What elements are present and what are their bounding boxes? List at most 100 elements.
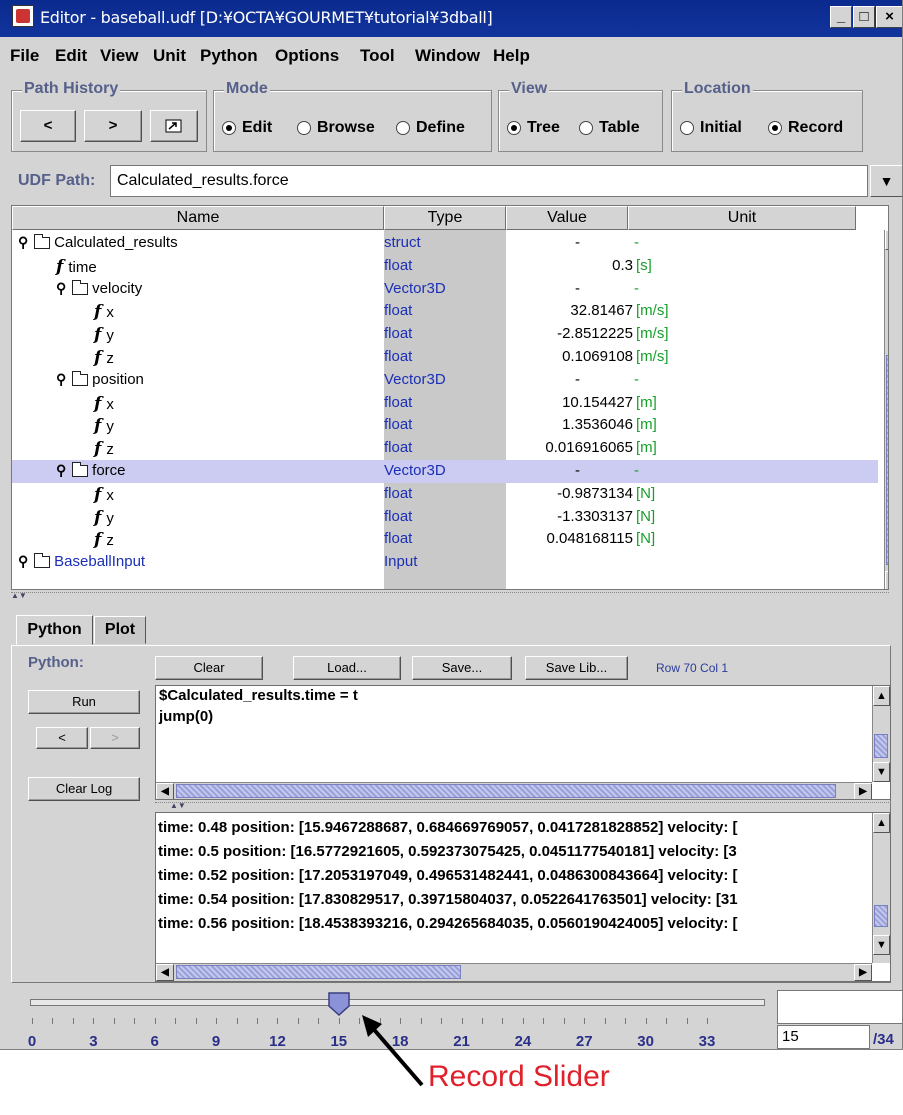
tree-row[interactable]: ⚲ force Vector3D - - [12,460,878,483]
tree-row[interactable]: ⚲ Calculated_results struct - - [12,232,878,255]
tree-row[interactable]: ⚲ BaseballInput Input [12,551,878,574]
udf-path-dropdown-button[interactable]: ▼ [870,165,902,197]
column-header-type[interactable]: Type [384,206,506,230]
tree-row[interactable]: f x float 10.154427 [m] [12,392,878,415]
tree-row[interactable]: f x float 32.81467 [m/s] [12,300,878,323]
tree-node-value[interactable]: 32.81467 [505,302,633,319]
expand-toggle-icon[interactable]: ⚲ [56,462,68,479]
column-header-unit[interactable]: Unit [628,206,856,230]
scroll-up-arrow-icon[interactable]: ▲ [873,686,890,706]
title-bar[interactable]: Editor - baseball.udf [D:¥OCTA¥GOURMET¥t… [0,0,902,37]
step-next-button[interactable]: > [90,727,140,749]
tree-row[interactable]: f z float 0.1069108 [m/s] [12,346,878,369]
scroll-down-arrow-icon[interactable]: ▼ [885,571,888,589]
slider-thumb[interactable] [328,992,350,1017]
menu-python[interactable]: Python [200,46,258,66]
tree-node-value[interactable]: 0.3 [505,257,633,274]
expand-toggle-icon[interactable]: ⚲ [18,234,30,251]
scroll-up-arrow-icon[interactable]: ▲ [873,813,890,833]
scroll-thumb[interactable] [176,784,836,798]
tree-row[interactable]: f z float 0.048168115 [N] [12,528,878,551]
tree-node-value[interactable]: 0.048168115 [505,530,633,547]
tab-python[interactable]: Python [16,615,93,645]
tab-plot[interactable]: Plot [94,616,146,644]
scroll-thumb[interactable] [176,965,461,979]
slider-tick-label: 24 [514,1033,532,1050]
scroll-down-arrow-icon[interactable]: ▼ [873,762,890,782]
close-button[interactable]: × [876,6,902,28]
menu-edit[interactable]: Edit [55,46,87,66]
tree-node-value[interactable]: - [505,462,580,479]
scroll-up-arrow-icon[interactable]: ▲ [885,230,888,250]
clear-button[interactable]: Clear [155,656,263,680]
script-vertical-scrollbar[interactable]: ▲ ▼ [872,686,890,782]
view-table-radio[interactable]: Table [579,119,640,137]
mode-edit-radio[interactable]: Edit [222,119,272,137]
tree-node-value[interactable]: - [505,280,580,297]
menu-options[interactable]: Options [275,46,339,66]
maximize-button[interactable]: □ [853,6,875,28]
record-number-input[interactable]: 15 [777,1025,870,1049]
view-tree-radio[interactable]: Tree [507,119,560,137]
step-prev-button[interactable]: < [36,727,88,749]
clear-log-button[interactable]: Clear Log [28,777,140,801]
tree-row[interactable]: f time float 0.3 [s] [12,255,878,278]
udf-path-input[interactable]: Calculated_results.force [110,165,868,197]
tree-node-value[interactable]: 0.016916065 [505,439,633,456]
tree-row[interactable]: f x float -0.9873134 [N] [12,483,878,506]
splitter-handle[interactable]: ▲▼ [155,802,891,810]
history-back-button[interactable]: < [20,110,76,142]
tree-row[interactable]: f y float -1.3303137 [N] [12,506,878,529]
slider-track[interactable] [30,999,765,1006]
column-header-name[interactable]: Name [12,206,384,230]
tree-row[interactable]: f z float 0.016916065 [m] [12,437,878,460]
menu-window[interactable]: Window [415,46,480,66]
tree-node-value[interactable]: -1.3303137 [505,508,633,525]
tree-node-value[interactable]: 1.3536046 [505,416,633,433]
menu-help[interactable]: Help [493,46,530,66]
log-horizontal-scrollbar[interactable]: ◀ ▶ [156,963,872,981]
run-button[interactable]: Run [28,690,140,714]
location-initial-radio[interactable]: Initial [680,119,742,137]
menu-file[interactable]: File [10,46,39,66]
log-vertical-scrollbar[interactable]: ▲ ▼ [872,813,890,963]
tree-row[interactable]: f y float 1.3536046 [m] [12,414,878,437]
menu-view[interactable]: View [100,46,138,66]
menu-unit[interactable]: Unit [153,46,186,66]
load-button[interactable]: Load... [293,656,401,680]
scroll-thumb[interactable] [886,355,888,565]
expand-toggle-icon[interactable]: ⚲ [18,553,30,570]
script-horizontal-scrollbar[interactable]: ◀ ▶ [156,782,872,799]
tree-node-value[interactable]: 0.1069108 [505,348,633,365]
scroll-right-arrow-icon[interactable]: ▶ [854,783,872,799]
tree-row[interactable]: ⚲ velocity Vector3D - - [12,278,878,301]
expand-toggle-icon[interactable]: ⚲ [56,371,68,388]
history-jump-button[interactable] [150,110,198,142]
location-record-radio[interactable]: Record [768,119,843,137]
scroll-thumb[interactable] [874,734,888,758]
mode-browse-radio[interactable]: Browse [297,119,375,137]
mode-define-radio[interactable]: Define [396,119,465,137]
tree-node-value[interactable]: -2.8512225 [505,325,633,342]
history-forward-button[interactable]: > [84,110,142,142]
tree-node-value[interactable]: - [505,371,580,388]
tree-node-value[interactable]: 10.154427 [505,394,633,411]
column-header-value[interactable]: Value [506,206,628,230]
tree-node-value[interactable]: -0.9873134 [505,485,633,502]
scroll-right-arrow-icon[interactable]: ▶ [854,964,872,981]
scroll-down-arrow-icon[interactable]: ▼ [873,935,890,955]
tree-node-value[interactable]: - [505,234,580,251]
script-editor[interactable]: $Calculated_results.time = t jump(0) ▲ ▼… [155,685,891,800]
tree-vertical-scrollbar[interactable]: ▲ ▼ [884,230,888,589]
tree-row[interactable]: ⚲ position Vector3D - - [12,369,878,392]
tree-row[interactable]: f y float -2.8512225 [m/s] [12,323,878,346]
minimize-button[interactable]: _ [830,6,852,28]
scroll-left-arrow-icon[interactable]: ◀ [156,964,174,981]
splitter-handle[interactable]: ▲▼ [11,592,889,600]
save-lib-button[interactable]: Save Lib... [525,656,628,680]
save-button[interactable]: Save... [412,656,512,680]
menu-tool[interactable]: Tool [360,46,395,66]
expand-toggle-icon[interactable]: ⚲ [56,280,68,297]
scroll-thumb[interactable] [874,905,888,927]
scroll-left-arrow-icon[interactable]: ◀ [156,783,174,799]
